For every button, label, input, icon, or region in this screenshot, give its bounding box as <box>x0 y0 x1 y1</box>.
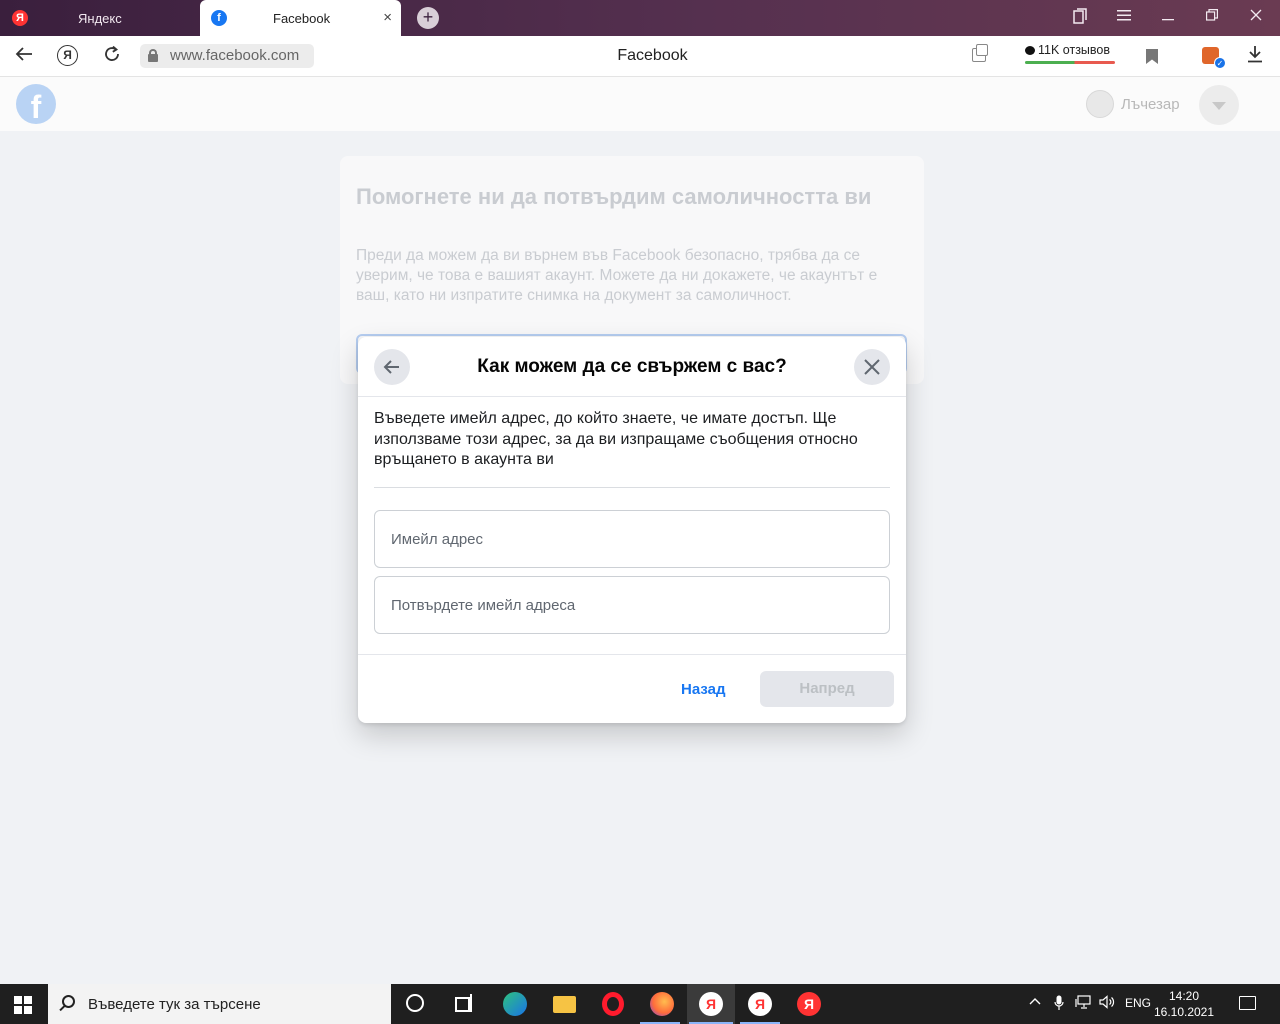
facebook-header: f Лъчезар <box>0 77 1280 131</box>
microphone-icon[interactable] <box>1054 995 1064 1014</box>
notification-icon[interactable] <box>1239 996 1256 1010</box>
dialog-description: Въведете имейл адрес, до който знаете, ч… <box>374 410 858 468</box>
dialog-title: Как можем да се свържем с вас? <box>477 356 787 377</box>
email-field[interactable] <box>374 510 890 568</box>
yandex-favicon-icon: Я <box>12 10 28 26</box>
close-window-icon[interactable] <box>1245 8 1267 24</box>
account-menu-chevron-icon[interactable] <box>1199 85 1239 125</box>
dialog-header: Как можем да се свържем с вас? <box>358 337 906 397</box>
collections-icon[interactable] <box>1069 8 1091 27</box>
speech-bubble-icon <box>1025 46 1035 55</box>
close-tab-icon[interactable]: × <box>383 10 392 26</box>
download-icon[interactable] <box>1247 45 1263 68</box>
reviews-count: 11K отзывов <box>1038 43 1110 57</box>
network-icon[interactable] <box>1075 995 1091 1012</box>
next-button[interactable]: Напред <box>760 671 894 707</box>
user-name: Лъчезар <box>1121 95 1180 113</box>
avatar <box>1086 90 1114 118</box>
clock-time: 14:20 <box>1168 989 1200 1003</box>
firefox-icon[interactable] <box>650 992 674 1016</box>
yandex-browser-icon[interactable]: Я <box>748 992 772 1016</box>
taskbar-search-placeholder: Въведете тук за търсене <box>88 996 261 1013</box>
tab-label: Яндекс <box>78 10 122 26</box>
language-indicator[interactable]: ENG <box>1125 996 1151 1010</box>
edge-icon[interactable] <box>503 992 527 1016</box>
identity-card-title: Помогнете ни да потвърдим самоличността … <box>356 184 872 209</box>
opera-icon[interactable] <box>602 992 624 1016</box>
browser-tab-bar: Я Яндекс f Facebook × + <box>0 0 1280 36</box>
cortana-icon[interactable] <box>406 994 424 1012</box>
volume-icon[interactable] <box>1099 995 1115 1012</box>
chevron-up-icon[interactable] <box>1029 995 1041 1009</box>
reviews-badge[interactable]: 11K отзывов <box>1025 43 1117 65</box>
yandex-icon[interactable]: Я <box>797 992 821 1016</box>
close-icon <box>864 359 880 375</box>
tab-label: Facebook <box>273 10 331 26</box>
dialog-close-button[interactable] <box>854 349 890 385</box>
identity-card-description: Преди да можем да ви върнем във Facebook… <box>356 247 878 304</box>
copy-link-icon[interactable] <box>972 44 988 62</box>
confirm-email-field[interactable] <box>374 576 890 634</box>
check-badge-icon: ✓ <box>1214 57 1226 69</box>
system-clock[interactable]: 14:20 16.10.2021 г. <box>1152 988 1216 1024</box>
facebook-favicon-icon: f <box>211 10 227 26</box>
file-explorer-icon[interactable] <box>553 996 576 1013</box>
clock-date: 16.10.2021 г. <box>1153 1005 1215 1024</box>
restore-icon[interactable] <box>1201 8 1223 24</box>
yandex-browser-icon[interactable]: Я <box>699 992 723 1016</box>
divider <box>374 487 890 488</box>
minimize-icon[interactable] <box>1157 8 1179 24</box>
tab-facebook[interactable]: f Facebook × <box>200 0 401 36</box>
user-profile-button[interactable]: Лъчезар <box>1086 90 1180 118</box>
taskbar: Въведете тук за търсене Я Я Я ENG 14:20 … <box>0 984 1280 1024</box>
taskbar-search[interactable]: Въведете тук за търсене <box>48 984 391 1024</box>
search-icon <box>62 995 75 1008</box>
new-tab-button[interactable]: + <box>417 7 439 29</box>
hamburger-menu-icon[interactable] <box>1113 8 1135 24</box>
contact-dialog: Как можем да се свържем с вас? Въведете … <box>358 337 906 723</box>
windows-start-icon[interactable] <box>14 996 32 1014</box>
back-link[interactable]: Назад <box>681 681 725 698</box>
task-view-icon[interactable] <box>455 994 473 1012</box>
tab-yandex[interactable]: Я Яндекс <box>0 0 200 36</box>
address-bar: Я www.facebook.com Facebook 11K отзывов … <box>0 36 1280 77</box>
rating-bar <box>1025 61 1115 64</box>
facebook-logo-icon[interactable]: f <box>16 84 56 124</box>
divider <box>358 654 906 655</box>
